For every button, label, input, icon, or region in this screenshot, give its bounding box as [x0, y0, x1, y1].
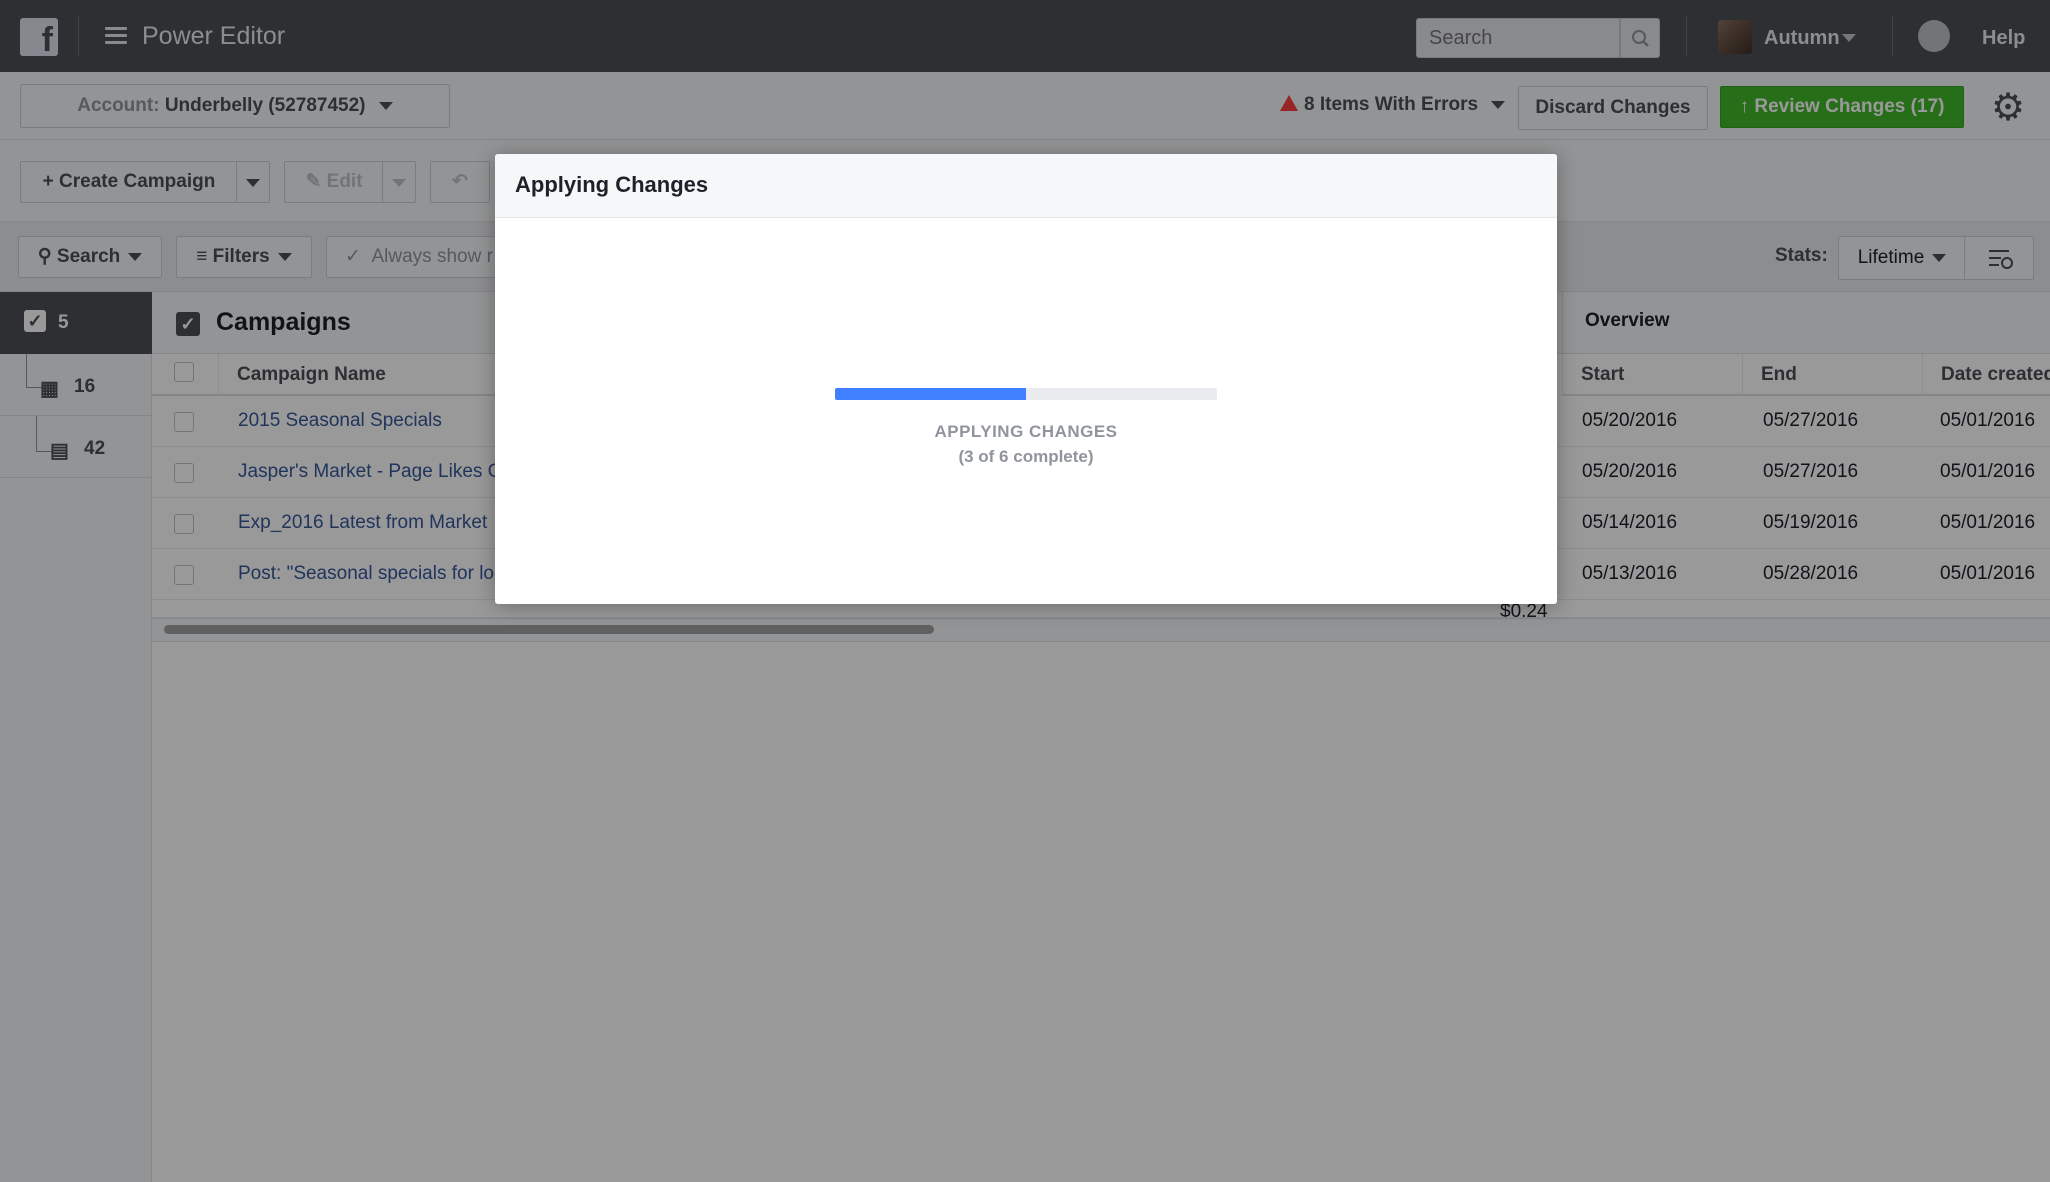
dialog-title: Applying Changes — [495, 154, 1557, 218]
progress-sub-label: (3 of 6 complete) — [958, 447, 1094, 466]
progress-label: APPLYING CHANGES — [934, 422, 1118, 441]
progress-bar — [835, 388, 1217, 400]
progress-bar-fill — [835, 388, 1026, 400]
applying-changes-dialog: Applying Changes APPLYING CHANGES (3 of … — [495, 154, 1557, 604]
